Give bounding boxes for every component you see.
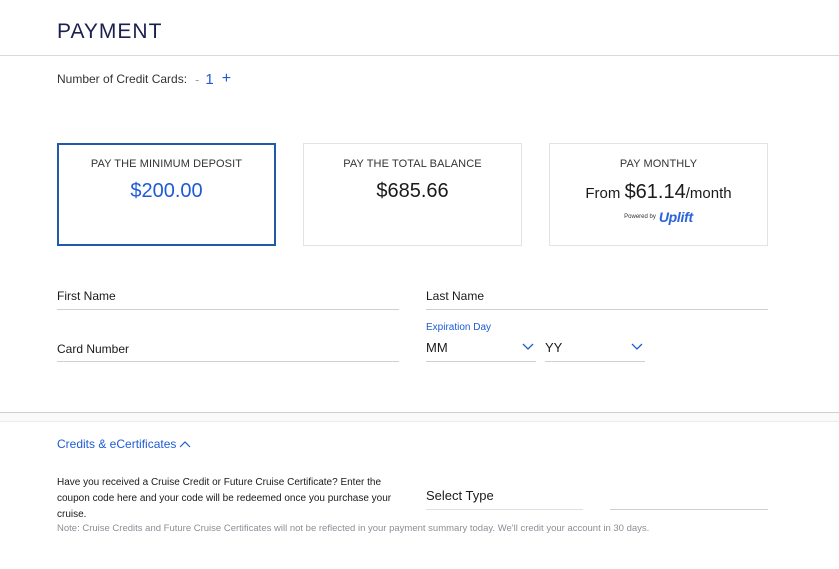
credits-description: Have you received a Cruise Credit or Fut… [57, 477, 392, 520]
chevron-down-icon [631, 343, 643, 350]
uplift-logo: Uplift [658, 209, 693, 225]
expiration-label: Expiration Day [426, 322, 492, 333]
coupon-code-input[interactable] [610, 477, 768, 510]
decrement-cards-button[interactable]: - [195, 72, 199, 87]
option-minimum-deposit[interactable]: PAY THE MINIMUM DEPOSIT $200.00 [57, 143, 276, 246]
credit-card-count-row: Number of Credit Cards: - 1 + [57, 70, 231, 88]
amount-suffix: /month [685, 185, 732, 202]
chevron-down-icon [522, 343, 534, 350]
expiration-year-select[interactable]: YY [545, 337, 645, 362]
credits-toggle-label: Credits & eCertificates [57, 437, 177, 451]
last-name-label: Last Name [426, 289, 485, 303]
increment-cards-button[interactable]: + [222, 70, 231, 88]
option-amount: From $61.14/month [550, 181, 767, 204]
year-value: YY [545, 340, 563, 355]
card-number-label: Card Number [57, 342, 130, 356]
option-pay-monthly[interactable]: PAY MONTHLY From $61.14/month Powered by… [549, 143, 768, 246]
credits-note: Note: Cruise Credits and Future Cruise C… [57, 523, 650, 534]
option-amount: $200.00 [130, 180, 203, 202]
credit-card-count-value: 1 [205, 70, 214, 88]
credit-card-count-label: Number of Credit Cards: [57, 72, 188, 86]
last-name-field[interactable]: Last Name [426, 286, 768, 310]
option-title: PAY THE TOTAL BALANCE [343, 158, 482, 170]
page-title: PAYMENT [57, 20, 163, 43]
first-name-field[interactable]: First Name [57, 286, 399, 310]
chevron-up-icon [179, 441, 191, 448]
monthly-amount: $61.14 [624, 181, 686, 203]
credits-toggle[interactable]: Credits & eCertificates [57, 437, 191, 451]
credit-type-value: Select Type [426, 488, 494, 503]
card-number-field[interactable]: Card Number [57, 339, 399, 362]
option-title: PAY MONTHLY [619, 158, 698, 170]
credit-type-select[interactable]: Select Type [426, 477, 583, 510]
expiration-month-select[interactable]: MM [426, 337, 536, 362]
section-divider [0, 412, 839, 422]
month-value: MM [426, 340, 448, 355]
first-name-label: First Name [57, 289, 116, 303]
page-header: PAYMENT [0, 0, 839, 56]
powered-by-text: Powered by [624, 214, 656, 220]
option-amount: $685.66 [376, 180, 449, 202]
option-total-balance[interactable]: PAY THE TOTAL BALANCE $685.66 [303, 143, 522, 246]
uplift-branding: Powered by Uplift [550, 209, 767, 225]
amount-prefix: From [585, 185, 625, 202]
option-title: PAY THE MINIMUM DEPOSIT [90, 158, 243, 170]
